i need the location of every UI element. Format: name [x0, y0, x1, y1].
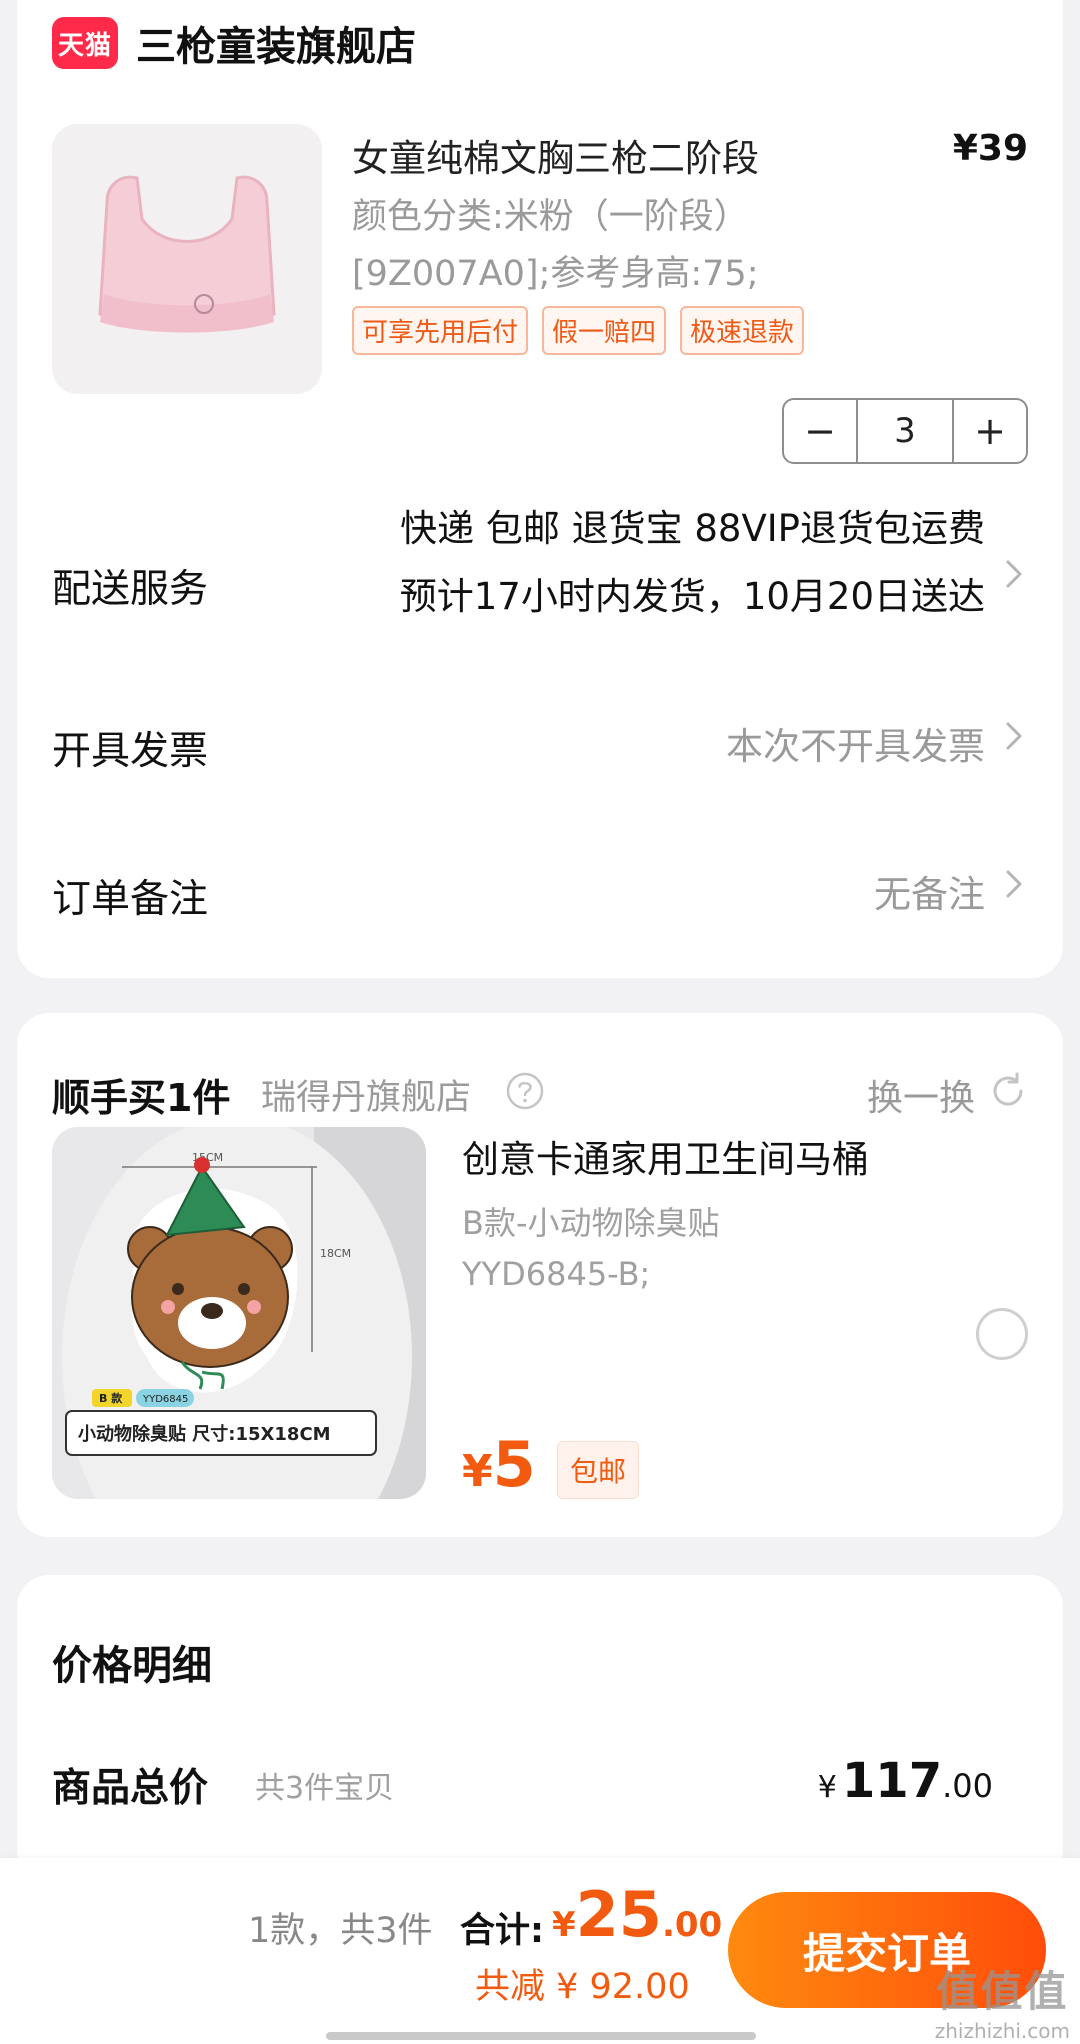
addon-price-currency: ¥: [462, 1446, 493, 1497]
goods-total-integer: 117: [841, 1753, 943, 1809]
invoice-value: 本次不开具发票: [726, 725, 985, 768]
sum-integer: 25: [575, 1878, 662, 1951]
refresh-icon[interactable]: [988, 1071, 1028, 1111]
product-spec-color[interactable]: 颜色分类:米粉（一阶段）: [352, 188, 749, 239]
product-price: ¥39: [952, 128, 1028, 169]
quantity-stepper: − 3 +: [782, 398, 1028, 464]
order-note-value: 无备注: [874, 873, 985, 916]
bear-sticker-illustration: 15CM 18CM B 款 YYD6845 小动物除臭贴 尺寸:15X18CM: [52, 1127, 426, 1499]
order-note-label: 订单备注: [52, 877, 209, 922]
addon-store-name[interactable]: 瑞得丹旗舰店: [261, 1069, 471, 1120]
free-shipping-badge: 包邮: [557, 1441, 640, 1499]
addon-product-name[interactable]: 创意卡通家用卫生间马桶: [462, 1129, 869, 1183]
sum-decimal: .00: [661, 1905, 723, 1945]
sum-label: 合计:: [460, 1911, 544, 1951]
discount-summary[interactable]: 共减 ¥ 92.00: [475, 1958, 690, 2009]
service-tags: 可享先用后付 假一赔四 极速退款: [352, 306, 805, 355]
watermark: 值值值 zhizhizhi.com: [935, 1958, 1070, 2043]
store-order-card: 天猫 三枪童装旗舰店 女童纯棉文胸三枪二阶段 ¥39 颜色分类:米粉（一阶段） …: [17, 0, 1063, 978]
sum-amount: ¥25.00: [552, 1878, 722, 1951]
store-header[interactable]: 天猫 三枪童装旗舰店: [52, 14, 416, 72]
increase-button[interactable]: +: [954, 400, 1026, 462]
bra-product-illustration: [52, 124, 322, 394]
goods-total-label: 商品总价: [52, 1766, 209, 1811]
invoice-label: 开具发票: [52, 729, 209, 774]
swap-button[interactable]: 换一换: [867, 1069, 975, 1121]
help-icon[interactable]: [505, 1071, 545, 1111]
image-height-label: 18CM: [320, 1247, 351, 1260]
delivery-options: 快递 包邮 退货宝 88VIP退货包运费: [400, 507, 985, 550]
product-title[interactable]: 女童纯棉文胸三枪二阶段: [352, 128, 759, 182]
sum-currency: ¥: [552, 1905, 576, 1945]
addon-title: 顺手买1件: [52, 1076, 231, 1120]
goods-total-value: ¥ 117.00: [818, 1753, 993, 1809]
addon-product-image[interactable]: 15CM 18CM B 款 YYD6845 小动物除臭贴 尺寸:15X18CM: [52, 1127, 426, 1499]
image-caption: 小动物除臭贴 尺寸:15X18CM: [78, 1423, 331, 1445]
item-count-summary: 1款，共3件: [248, 1911, 433, 1951]
chevron-right-icon: [1006, 870, 1022, 898]
addon-spec-variant: B款-小动物除臭贴: [462, 1204, 720, 1242]
tmall-logo: 天猫: [52, 17, 118, 69]
price-detail-title: 价格明细: [52, 1643, 212, 1689]
goods-count-note: 共3件宝贝: [255, 1771, 395, 1806]
tag-fake-compensation: 假一赔四: [542, 306, 667, 355]
delivery-estimate: 预计17小时内发货，10月20日送达: [399, 575, 985, 618]
tag-pay-later: 可享先用后付: [352, 306, 529, 355]
checkout-bar: 1款，共3件 合计: ¥25.00 共减 ¥ 92.00 提交订单: [0, 1858, 1080, 2044]
addon-price-value: 5: [492, 1428, 536, 1501]
delivery-label: 配送服务: [52, 567, 209, 612]
product-image[interactable]: [52, 124, 322, 394]
addon-spec-code: YYD6845-B;: [462, 1255, 651, 1293]
watermark-url: zhizhizhi.com: [934, 2019, 1070, 2043]
store-name[interactable]: 三枪童装旗舰店: [136, 14, 416, 72]
decrease-button[interactable]: −: [784, 400, 856, 462]
watermark-logo: 值值值: [936, 1967, 1069, 2016]
addon-card: 顺手买1件 瑞得丹旗舰店 换一换 15CM 18CM B 款 YYD6845 小…: [17, 1013, 1063, 1537]
goods-total-decimal: .00: [942, 1767, 993, 1805]
quantity-input[interactable]: 3: [856, 400, 954, 462]
goods-total-currency: ¥: [817, 1770, 837, 1805]
chevron-right-icon: [1006, 722, 1022, 750]
tag-fast-refund: 极速退款: [680, 306, 805, 355]
product-spec-size[interactable]: [9Z007A0];参考身高:75;: [352, 245, 758, 296]
chevron-right-icon: [1006, 560, 1022, 588]
home-indicator[interactable]: [326, 2032, 756, 2040]
image-badge-code: YYD6845: [142, 1394, 188, 1405]
image-badge-b: B 款: [99, 1391, 123, 1405]
addon-select-radio[interactable]: [976, 1308, 1028, 1360]
addon-price: ¥5: [462, 1428, 536, 1501]
